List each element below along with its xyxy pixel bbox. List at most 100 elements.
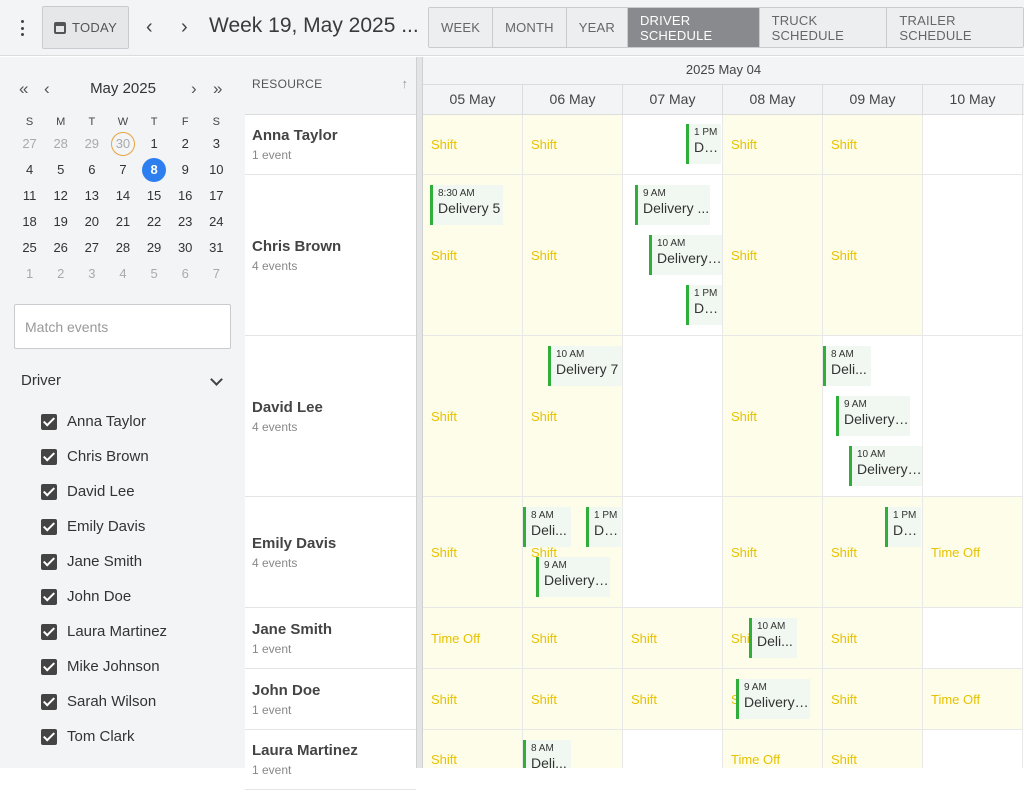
event-block[interactable]: 10 AM Delivery 7 xyxy=(548,346,622,386)
event-block[interactable]: 9 AM Delivery ... xyxy=(635,185,710,225)
event-filter-input[interactable] xyxy=(14,304,231,349)
calendar-day[interactable]: 2 xyxy=(173,132,197,156)
calendar-day[interactable]: 23 xyxy=(173,210,197,234)
schedule-cell[interactable]: Time Off xyxy=(723,730,823,768)
event-block[interactable]: 1 PM De... xyxy=(885,507,921,547)
driver-filter-item[interactable]: John Doe xyxy=(41,579,167,614)
calendar-day[interactable]: 4 xyxy=(18,158,42,182)
calendar-day[interactable]: 6 xyxy=(80,158,104,182)
driver-filter-item[interactable]: Jane Smith xyxy=(41,544,167,579)
driver-filter-item[interactable]: Laura Martinez xyxy=(41,614,167,649)
resource-row[interactable]: Chris Brown 4 events xyxy=(245,175,416,336)
next-month-button[interactable]: › xyxy=(191,79,197,99)
schedule-cell[interactable]: Shift xyxy=(723,175,823,336)
calendar-day[interactable]: 2 xyxy=(49,262,73,286)
event-block[interactable]: 8 AM Deli... xyxy=(523,740,571,768)
calendar-day[interactable]: 1 xyxy=(142,132,166,156)
resource-column-header[interactable]: RESOURCE ↑ xyxy=(245,57,416,115)
driver-filter-item[interactable]: Sarah Wilson xyxy=(41,684,167,719)
driver-filter-item[interactable]: Mike Johnson xyxy=(41,649,167,684)
driver-filter-item[interactable]: Tom Clark xyxy=(41,719,167,754)
schedule-cell[interactable] xyxy=(923,336,1023,497)
driver-group-toggle[interactable]: Driver xyxy=(21,372,225,392)
calendar-day[interactable]: 12 xyxy=(49,184,73,208)
today-button[interactable]: TODAY xyxy=(42,6,129,49)
checkbox-checked-icon[interactable] xyxy=(41,518,57,535)
calendar-day[interactable]: 15 xyxy=(142,184,166,208)
event-block[interactable]: 10 AM Deli... xyxy=(749,618,797,658)
resource-row[interactable]: John Doe 1 event xyxy=(245,669,416,730)
schedule-cell[interactable]: Shift xyxy=(423,115,523,175)
calendar-day[interactable]: 26 xyxy=(49,236,73,260)
schedule-cell[interactable] xyxy=(623,497,723,608)
event-block[interactable]: 9 AM Delivery ... xyxy=(536,557,610,597)
schedule-cell[interactable] xyxy=(923,115,1023,175)
resource-row[interactable]: Anna Taylor 1 event xyxy=(245,115,416,175)
view-tab-week[interactable]: WEEK xyxy=(429,8,494,47)
schedule-cell[interactable]: Shift xyxy=(723,497,823,608)
calendar-day[interactable]: 28 xyxy=(111,236,135,260)
schedule-cell[interactable]: Shift xyxy=(523,608,623,669)
calendar-day[interactable]: 16 xyxy=(173,184,197,208)
schedule-cell[interactable] xyxy=(623,336,723,497)
event-block[interactable]: 8 AM Deli... xyxy=(523,507,571,547)
schedule-cell[interactable]: Shift xyxy=(823,115,923,175)
calendar-day[interactable]: 27 xyxy=(80,236,104,260)
calendar-day[interactable]: 8 xyxy=(142,158,167,182)
schedule-cell[interactable]: Shift xyxy=(723,115,823,175)
event-block[interactable]: 10 AM Delivery ... xyxy=(649,235,722,275)
calendar-day[interactable]: 1 xyxy=(18,262,42,286)
schedule-cell[interactable]: Shift xyxy=(423,730,523,768)
checkbox-checked-icon[interactable] xyxy=(41,623,57,640)
calendar-day[interactable]: 22 xyxy=(142,210,166,234)
view-tab-year[interactable]: YEAR xyxy=(566,8,628,47)
calendar-day[interactable]: 9 xyxy=(173,158,197,182)
calendar-day[interactable]: 19 xyxy=(49,210,73,234)
event-block[interactable]: 8:30 AM Delivery 5 xyxy=(430,185,503,225)
calendar-day[interactable]: 10 xyxy=(204,158,228,182)
event-block[interactable]: 9 AM Delivery ... xyxy=(836,396,910,436)
checkbox-checked-icon[interactable] xyxy=(41,728,57,745)
driver-filter-item[interactable]: David Lee xyxy=(41,474,167,509)
schedule-cell[interactable]: Shift xyxy=(823,730,923,768)
calendar-day[interactable]: 6 xyxy=(173,262,197,286)
schedule-cell[interactable]: Shift xyxy=(423,336,523,497)
schedule-cell[interactable]: Time Off xyxy=(423,608,523,669)
schedule-cell[interactable] xyxy=(623,730,723,768)
calendar-day[interactable]: 20 xyxy=(80,210,104,234)
resource-row[interactable]: Emily Davis 4 events xyxy=(245,497,416,608)
schedule-cell[interactable]: Shift xyxy=(523,175,623,336)
event-block[interactable]: 1 PM De... xyxy=(686,124,721,164)
calendar-day[interactable]: 5 xyxy=(142,262,166,286)
checkbox-checked-icon[interactable] xyxy=(41,693,57,710)
view-tab-driver-schedule[interactable]: DRIVER SCHEDULE xyxy=(627,8,760,47)
checkbox-checked-icon[interactable] xyxy=(41,658,57,675)
checkbox-checked-icon[interactable] xyxy=(41,553,57,570)
view-tab-month[interactable]: MONTH xyxy=(493,8,567,47)
schedule-cell[interactable] xyxy=(923,175,1023,336)
event-block[interactable]: 1 PM De... xyxy=(586,507,621,547)
calendar-day[interactable]: 11 xyxy=(18,184,42,208)
calendar-day[interactable]: 4 xyxy=(111,262,135,286)
calendar-day[interactable]: 3 xyxy=(204,132,228,156)
event-block[interactable]: 9 AM Delivery 11 xyxy=(736,679,810,719)
schedule-cell[interactable]: Shift xyxy=(423,669,523,730)
schedule-cell[interactable]: Shift xyxy=(823,608,923,669)
schedule-cell[interactable] xyxy=(923,608,1023,669)
sort-ascending-icon[interactable]: ↑ xyxy=(402,76,409,91)
prev-period-button[interactable]: ‹ xyxy=(146,16,153,38)
checkbox-checked-icon[interactable] xyxy=(41,448,57,465)
schedule-cell[interactable]: Shift xyxy=(823,175,923,336)
calendar-day[interactable]: 30 xyxy=(173,236,197,260)
schedule-cell[interactable]: Shift xyxy=(523,669,623,730)
calendar-day[interactable]: 25 xyxy=(18,236,42,260)
schedule-cell[interactable]: Time Off xyxy=(923,497,1023,608)
calendar-day[interactable]: 27 xyxy=(18,132,42,156)
calendar-day[interactable]: 7 xyxy=(204,262,228,286)
schedule-cell[interactable]: Shift xyxy=(523,115,623,175)
schedule-cell[interactable]: Shift xyxy=(623,608,723,669)
schedule-cell[interactable]: Shift xyxy=(723,336,823,497)
resource-row[interactable]: David Lee 4 events xyxy=(245,336,416,497)
calendar-day[interactable]: 29 xyxy=(80,132,104,156)
event-block[interactable]: 1 PM De... xyxy=(686,285,722,325)
